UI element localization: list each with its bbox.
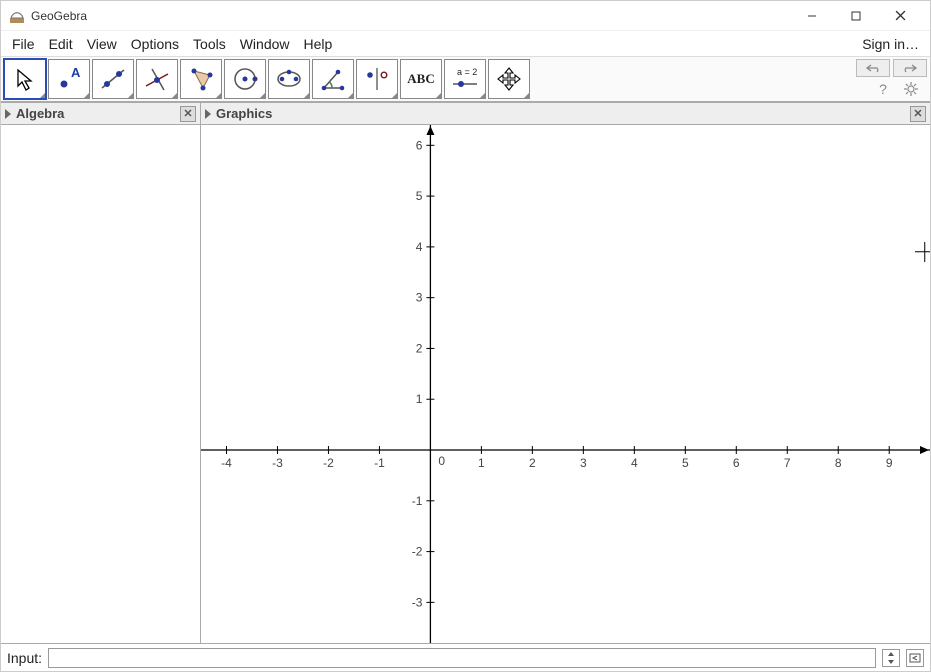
app-icon — [9, 8, 25, 24]
symbol-icon — [909, 653, 921, 663]
input-history-button[interactable] — [882, 649, 900, 667]
toolbar: A — [4, 59, 530, 99]
minimize-button[interactable] — [790, 2, 834, 30]
svg-text:6: 6 — [416, 138, 423, 152]
menu-options[interactable]: Options — [124, 33, 186, 55]
collapse-icon — [5, 109, 11, 119]
svg-text:-1: -1 — [412, 494, 423, 508]
redo-button[interactable] — [893, 59, 927, 77]
toolbar-row: A — [1, 57, 930, 102]
tool-text-label: ABC — [407, 71, 434, 87]
collapse-icon — [205, 109, 211, 119]
settings-button[interactable] — [903, 81, 919, 97]
algebra-panel-body[interactable] — [1, 125, 200, 643]
svg-text:0: 0 — [438, 454, 445, 468]
titlebar: GeoGebra — [1, 1, 930, 31]
menu-help[interactable]: Help — [297, 33, 340, 55]
menu-file[interactable]: File — [5, 33, 42, 55]
tool-ellipse[interactable] — [268, 59, 310, 99]
updown-icon — [887, 652, 895, 664]
maximize-button[interactable] — [834, 2, 878, 30]
graphics-close-button[interactable]: ✕ — [910, 106, 926, 122]
algebra-close-button[interactable]: ✕ — [180, 106, 196, 122]
svg-text:2: 2 — [416, 341, 423, 355]
input-symbols-button[interactable] — [906, 649, 924, 667]
menu-edit[interactable]: Edit — [42, 33, 80, 55]
svg-text:5: 5 — [682, 456, 689, 470]
tool-point[interactable]: A — [48, 59, 90, 99]
menu-view[interactable]: View — [80, 33, 124, 55]
menu-window[interactable]: Window — [233, 33, 297, 55]
close-window-button[interactable] — [878, 2, 922, 30]
tool-perpendicular[interactable] — [136, 59, 178, 99]
svg-text:-2: -2 — [412, 545, 423, 559]
svg-text:3: 3 — [580, 456, 587, 470]
undo-button[interactable] — [856, 59, 890, 77]
algebra-panel: Algebra ✕ — [1, 103, 201, 643]
svg-text:7: 7 — [784, 456, 791, 470]
tool-line[interactable] — [92, 59, 134, 99]
input-label: Input: — [7, 650, 42, 666]
window-title: GeoGebra — [31, 9, 790, 23]
main-area: Algebra ✕ Graphics ✕ -4 -3 -2 -1 1 2 3 4 5 6 7 8 9 -3… — [1, 102, 930, 643]
svg-text:8: 8 — [835, 456, 842, 470]
tool-move[interactable] — [4, 59, 46, 99]
svg-text:2: 2 — [529, 456, 536, 470]
menubar: File Edit View Options Tools Window Help… — [1, 31, 930, 57]
svg-text:4: 4 — [631, 456, 638, 470]
tool-circle[interactable] — [224, 59, 266, 99]
input-field[interactable] — [48, 648, 876, 668]
svg-text:A: A — [71, 65, 81, 80]
tool-angle[interactable] — [312, 59, 354, 99]
help-button[interactable]: ? — [875, 81, 891, 97]
svg-text:-3: -3 — [412, 595, 423, 609]
tool-reflect[interactable] — [356, 59, 398, 99]
svg-text:-4: -4 — [221, 456, 232, 470]
svg-text:3: 3 — [416, 291, 423, 305]
algebra-panel-title: Algebra — [16, 106, 64, 121]
svg-text:-2: -2 — [323, 456, 334, 470]
svg-text:-1: -1 — [374, 456, 385, 470]
svg-text:a = 2: a = 2 — [457, 67, 477, 77]
graphics-panel-title: Graphics — [216, 106, 272, 121]
input-bar: Input: — [1, 643, 930, 671]
coordinate-plane: -4 -3 -2 -1 1 2 3 4 5 6 7 8 9 -3 -2 -1 1 2 3 4 5 6 0 — [201, 125, 930, 643]
graphics-canvas[interactable]: -4 -3 -2 -1 1 2 3 4 5 6 7 8 9 -3 -2 -1 1 2 3 4 5 6 0 — [201, 125, 930, 643]
svg-text:6: 6 — [733, 456, 740, 470]
menu-tools[interactable]: Tools — [186, 33, 233, 55]
svg-text:-3: -3 — [272, 456, 283, 470]
algebra-panel-header[interactable]: Algebra ✕ — [1, 103, 200, 125]
tool-text[interactable]: ABC — [400, 59, 442, 99]
svg-text:1: 1 — [478, 456, 485, 470]
svg-text:9: 9 — [886, 456, 893, 470]
tool-slider[interactable]: a = 2 — [444, 59, 486, 99]
tool-move-view[interactable] — [488, 59, 530, 99]
toolbar-right: ? — [856, 59, 927, 97]
gear-icon — [904, 82, 918, 96]
graphics-panel-header[interactable]: Graphics ✕ — [201, 103, 930, 125]
svg-text:5: 5 — [416, 189, 423, 203]
svg-text:4: 4 — [416, 240, 423, 254]
graphics-panel: Graphics ✕ -4 -3 -2 -1 1 2 3 4 5 6 7 8 9 -3 -2 -1 1 2 3 4 5 6… — [201, 103, 930, 643]
tool-polygon[interactable] — [180, 59, 222, 99]
sign-in-link[interactable]: Sign in… — [855, 33, 926, 55]
svg-text:1: 1 — [416, 392, 423, 406]
